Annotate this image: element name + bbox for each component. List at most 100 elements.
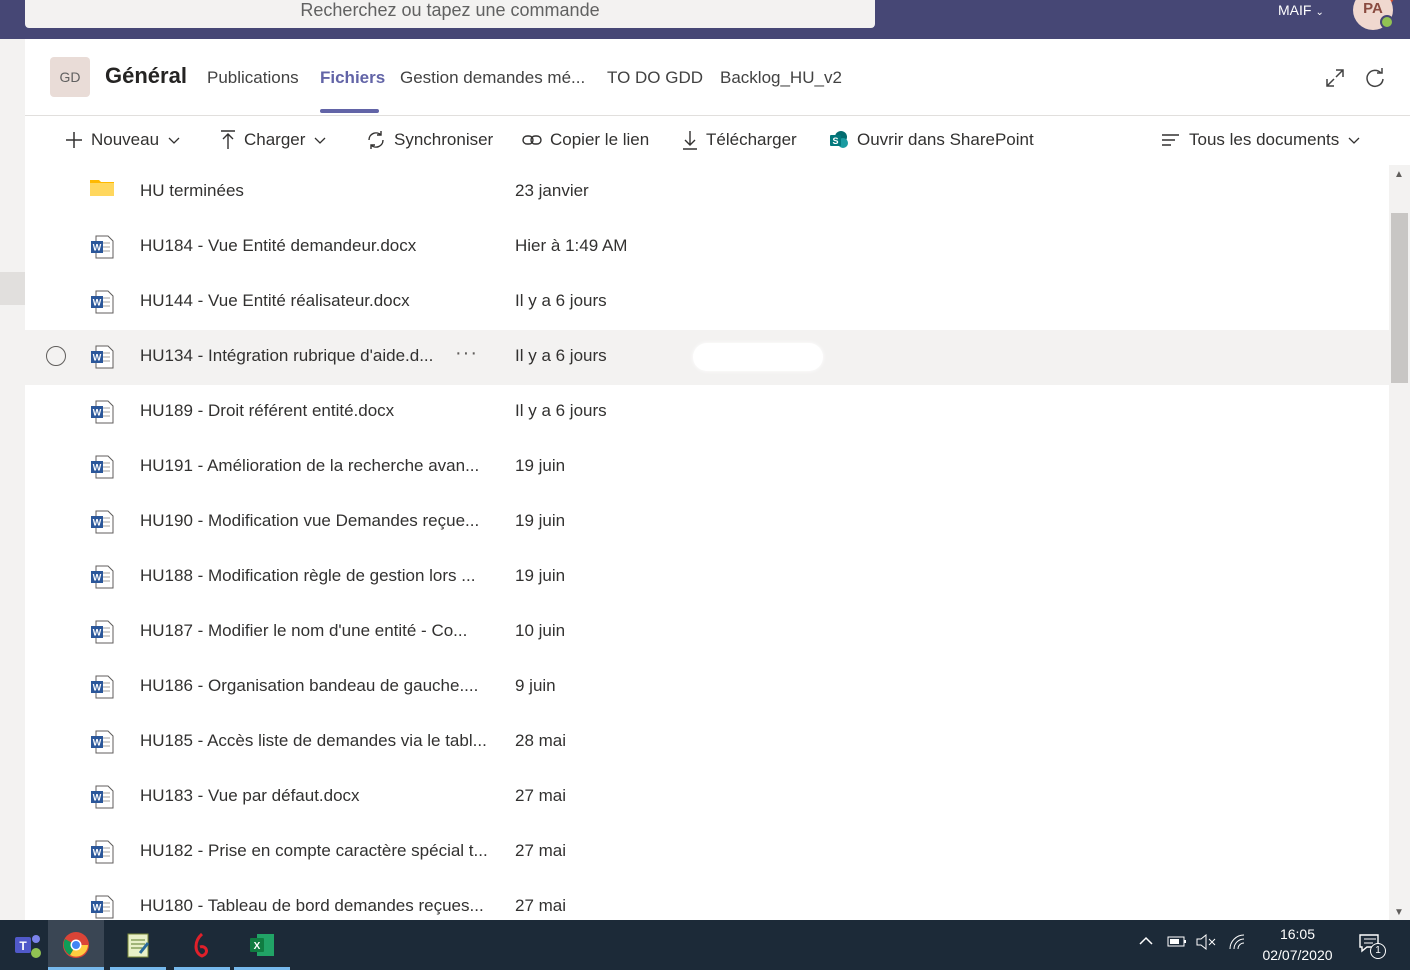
file-modified-date: Il y a 6 jours [515,401,607,420]
rail-selection-indicator [0,272,25,305]
file-row[interactable]: W HU190 - Modification vue Demandes reçue… [25,495,1389,551]
file-row[interactable]: W HU187 - Modifier le nom d'une entité - … [25,605,1389,661]
file-name[interactable]: HU183 - Vue par défaut.docx [140,786,360,806]
word-file-icon: W [90,235,114,264]
file-name[interactable]: HU terminées [140,181,244,201]
wifi-icon[interactable] [1228,934,1248,954]
expand-icon[interactable] [1324,67,1346,89]
file-row[interactable]: W HU185 - Accès liste de demandes via le … [25,715,1389,771]
scroll-up-icon[interactable]: ▲ [1394,169,1404,180]
svg-text:W: W [93,518,102,528]
file-name[interactable]: HU187 - Modifier le nom d'une entité - C… [140,621,467,641]
svg-text:T: T [19,939,27,953]
svg-text:W: W [93,353,102,363]
file-name[interactable]: HU186 - Organisation bandeau de gauche..… [140,676,478,696]
file-row[interactable]: W HU191 - Amélioration de la recherche av… [25,440,1389,496]
download-button[interactable]: Télécharger [682,129,797,151]
file-name[interactable]: HU191 - Amélioration de la recherche ava… [140,456,479,476]
tab-publications[interactable]: Publications [207,68,299,88]
open-sharepoint-button[interactable]: S Ouvrir dans SharePoint [829,129,1034,151]
tab-todo-gdd[interactable]: TO DO GDD [607,68,703,88]
word-file-icon: W [90,620,114,649]
system-clock[interactable]: 16:05 02/07/2020 [1250,924,1345,966]
word-file-icon: W [90,510,114,539]
taskbar-excel[interactable]: X [234,920,290,970]
file-name[interactable]: HU190 - Modification vue Demandes reçue.… [140,511,479,531]
svg-text:W: W [93,793,102,803]
chevron-down-icon [1348,137,1360,144]
file-row[interactable]: W HU183 - Vue par défaut.docx 27 mai [25,770,1389,826]
channel-header: GD Général Publications Fichiers Gestion… [25,39,1410,116]
org-switcher[interactable]: MAIF ⌄ [1278,0,1324,20]
volume-muted-icon[interactable] [1196,933,1216,954]
chrome-icon [63,932,89,958]
file-name[interactable]: HU189 - Droit référent entité.docx [140,401,394,421]
svg-text:W: W [93,408,102,418]
redacted-author [693,563,823,591]
redacted-author [693,618,823,646]
notepad-icon [127,933,150,958]
more-options-icon[interactable]: ··· [455,342,478,365]
search-input[interactable]: Recherchez ou tapez une commande [25,0,875,28]
user-avatar[interactable]: PA [1353,0,1394,30]
channel-title: Général [105,63,187,88]
chevron-down-icon: ⌄ [1315,7,1324,18]
file-modified-date: Il y a 6 jours [515,291,607,310]
word-file-icon: W [90,840,114,869]
tab-gestion-demandes[interactable]: Gestion demandes mé... [400,68,585,88]
file-row[interactable]: W HU182 - Prise en compte caractère spéci… [25,825,1389,881]
action-center-button[interactable]: 1 [1358,933,1386,959]
file-row[interactable]: W HU186 - Organisation bandeau de gauche.… [25,660,1389,716]
row-select-checkbox[interactable] [46,346,66,366]
app-topbar: Recherchez ou tapez une commande MAIF ⌄ P… [0,0,1410,39]
taskbar-notepad[interactable] [110,920,166,970]
word-file-icon: W [90,675,114,704]
word-file-icon: W [90,290,114,319]
view-selector[interactable]: Tous les documents [1161,129,1361,151]
file-row[interactable]: HU terminées23 janviern [25,165,1389,221]
vertical-scrollbar[interactable]: ▲ ▼ [1389,165,1410,920]
file-row[interactable]: W HU184 - Vue Entité demandeur.docx Hier à… [25,220,1389,276]
redacted-author [693,233,823,261]
sharepoint-icon: S [830,131,848,148]
new-button[interactable]: Nouveau [65,129,181,151]
battery-icon[interactable] [1167,934,1187,952]
file-modified-date: 9 juin [515,676,556,695]
scrollbar-thumb[interactable] [1391,213,1408,383]
redacted-author [693,783,823,811]
sync-button[interactable]: Synchroniser [366,129,493,151]
file-modified-date: 19 juin [515,456,566,475]
file-row[interactable]: W HU188 - Modification règle de gestion l… [25,550,1389,606]
taskbar-app[interactable] [174,920,230,970]
file-row[interactable]: W HU180 - Tableau de bord demandes reçues… [25,880,1389,920]
folder-icon [90,177,114,202]
refresh-icon[interactable] [1364,67,1386,89]
file-name[interactable]: HU144 - Vue Entité réalisateur.docx [140,291,410,311]
file-modified-date: Hier à 1:49 AM [515,236,628,255]
file-row[interactable]: W HU189 - Droit référent entité.docx Il y … [25,385,1389,441]
tab-fichiers[interactable]: Fichiers [320,68,385,88]
redacted-author [693,178,823,206]
excel-icon: X [250,934,274,956]
file-row[interactable]: W HU134 - Intégration rubrique d'aide.d..… [25,330,1389,386]
file-name[interactable]: HU184 - Vue Entité demandeur.docx [140,236,416,256]
redacted-author [693,343,823,371]
copy-link-button[interactable]: Copier le lien [522,129,649,151]
taskbar-chrome[interactable] [48,920,104,970]
chevron-down-icon [168,137,180,144]
file-name[interactable]: HU182 - Prise en compte caractère spécia… [140,841,488,861]
upload-button[interactable]: Charger [220,129,327,151]
svg-text:W: W [93,903,102,913]
redacted-author [693,453,823,481]
file-row[interactable]: W HU144 - Vue Entité réalisateur.docx Il y… [25,275,1389,331]
copy-link-label: Copier le lien [550,130,650,149]
file-name[interactable]: HU134 - Intégration rubrique d'aide.d... [140,346,433,366]
upload-icon [221,130,235,149]
scroll-down-icon[interactable]: ▼ [1394,907,1404,918]
tray-overflow-icon[interactable] [1138,934,1154,952]
file-name[interactable]: HU185 - Accès liste de demandes via le t… [140,731,487,751]
svg-text:W: W [93,738,102,748]
file-name[interactable]: HU180 - Tableau de bord demandes reçues.… [140,896,484,916]
tab-backlog[interactable]: Backlog_HU_v2 [720,68,842,88]
file-name[interactable]: HU188 - Modification règle de gestion lo… [140,566,475,586]
